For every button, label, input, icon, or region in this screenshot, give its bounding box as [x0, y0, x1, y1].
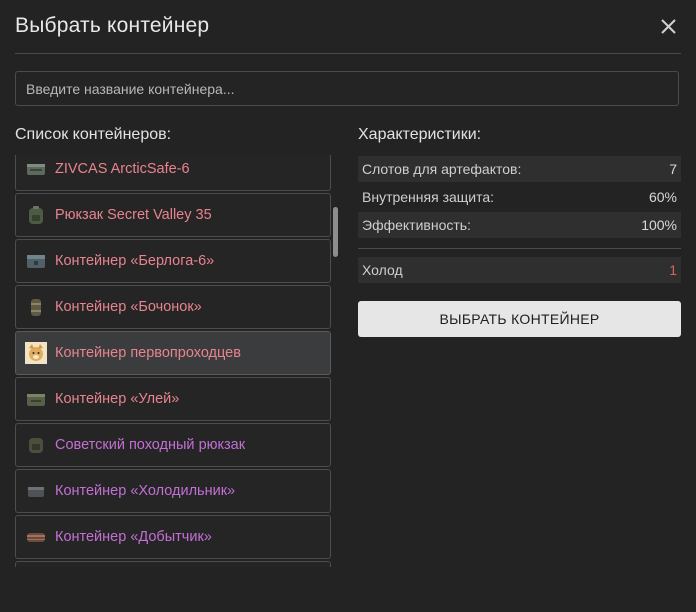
characteristics-panel: Слотов для артефактов: 7 Внутренняя защи…: [358, 156, 681, 283]
list-item[interactable]: Контейнер «Добытчик»: [15, 515, 331, 559]
stat-value: 100%: [641, 217, 677, 233]
stat-value: 1: [669, 262, 677, 278]
stat-label: Слотов для артефактов:: [362, 161, 522, 177]
barrel-icon: [31, 299, 41, 316]
select-container-dialog: Выбрать контейнер Список контейнеров: Ха…: [0, 0, 696, 612]
list-item[interactable]: ZIVCAS ArcticSafe-6: [15, 155, 331, 191]
list-item-label: ZIVCAS ArcticSafe-6: [55, 161, 190, 177]
list-item[interactable]: [15, 561, 331, 567]
container-search-input[interactable]: [15, 71, 679, 106]
dog-avatar-icon: [25, 342, 47, 364]
list-item-label: Рюкзак Secret Valley 35: [55, 207, 212, 223]
list-item-label: Контейнер первопроходцев: [55, 345, 241, 361]
container-icon: [27, 394, 45, 406]
stat-value: 7: [669, 161, 677, 177]
dialog-title: Выбрать контейнер: [15, 14, 210, 37]
stat-label: Внутренняя защита:: [362, 189, 495, 205]
characteristics-title: Характеристики:: [358, 126, 482, 143]
list-item-label: Контейнер «Берлога-6»: [55, 253, 215, 269]
close-icon: [661, 19, 676, 34]
close-button[interactable]: [655, 13, 683, 41]
list-item[interactable]: Контейнер «Бочонок»: [15, 285, 331, 329]
scrollbar-thumb[interactable]: [333, 207, 338, 257]
backpack-icon: [29, 438, 43, 453]
list-item-label: Контейнер «Добытчик»: [55, 529, 212, 545]
list-item-label: Советский походный рюкзак: [55, 437, 246, 453]
list-item[interactable]: Рюкзак Secret Valley 35: [15, 193, 331, 237]
container-list-title: Список контейнеров:: [15, 126, 172, 143]
container-icon: [28, 487, 44, 497]
container-icon: [27, 533, 45, 542]
list-item-selected[interactable]: Контейнер первопроходцев: [15, 331, 331, 375]
list-item[interactable]: Контейнер «Холодильник»: [15, 469, 331, 513]
list-item[interactable]: Советский походный рюкзак: [15, 423, 331, 467]
stat-label: Холод: [362, 262, 403, 278]
stat-row: Эффективность: 100%: [358, 212, 681, 238]
list-item-label: Контейнер «Холодильник»: [55, 483, 236, 499]
select-container-button[interactable]: ВЫБРАТЬ КОНТЕЙНЕР: [358, 301, 681, 337]
stat-row-cold: Холод 1: [358, 257, 681, 283]
container-icon: [27, 255, 45, 268]
container-list[interactable]: ZIVCAS ArcticSafe-6 Рюкзак Secret Valley…: [15, 155, 331, 567]
list-item[interactable]: Контейнер «Берлога-6»: [15, 239, 331, 283]
backpack-icon: [29, 206, 43, 224]
stat-value: 60%: [648, 189, 677, 205]
stat-row: Слотов для артефактов: 7: [358, 156, 681, 182]
list-scrollbar[interactable]: [332, 155, 338, 567]
title-divider: [15, 53, 681, 54]
container-icon: [27, 164, 45, 175]
list-item-label: Контейнер «Бочонок»: [55, 299, 202, 315]
stat-label: Эффективность:: [362, 217, 471, 233]
list-item-label: Контейнер «Улей»: [55, 391, 180, 407]
list-item[interactable]: Контейнер «Улей»: [15, 377, 331, 421]
stats-divider: [358, 248, 681, 249]
stat-row: Внутренняя защита: 60%: [358, 184, 681, 210]
